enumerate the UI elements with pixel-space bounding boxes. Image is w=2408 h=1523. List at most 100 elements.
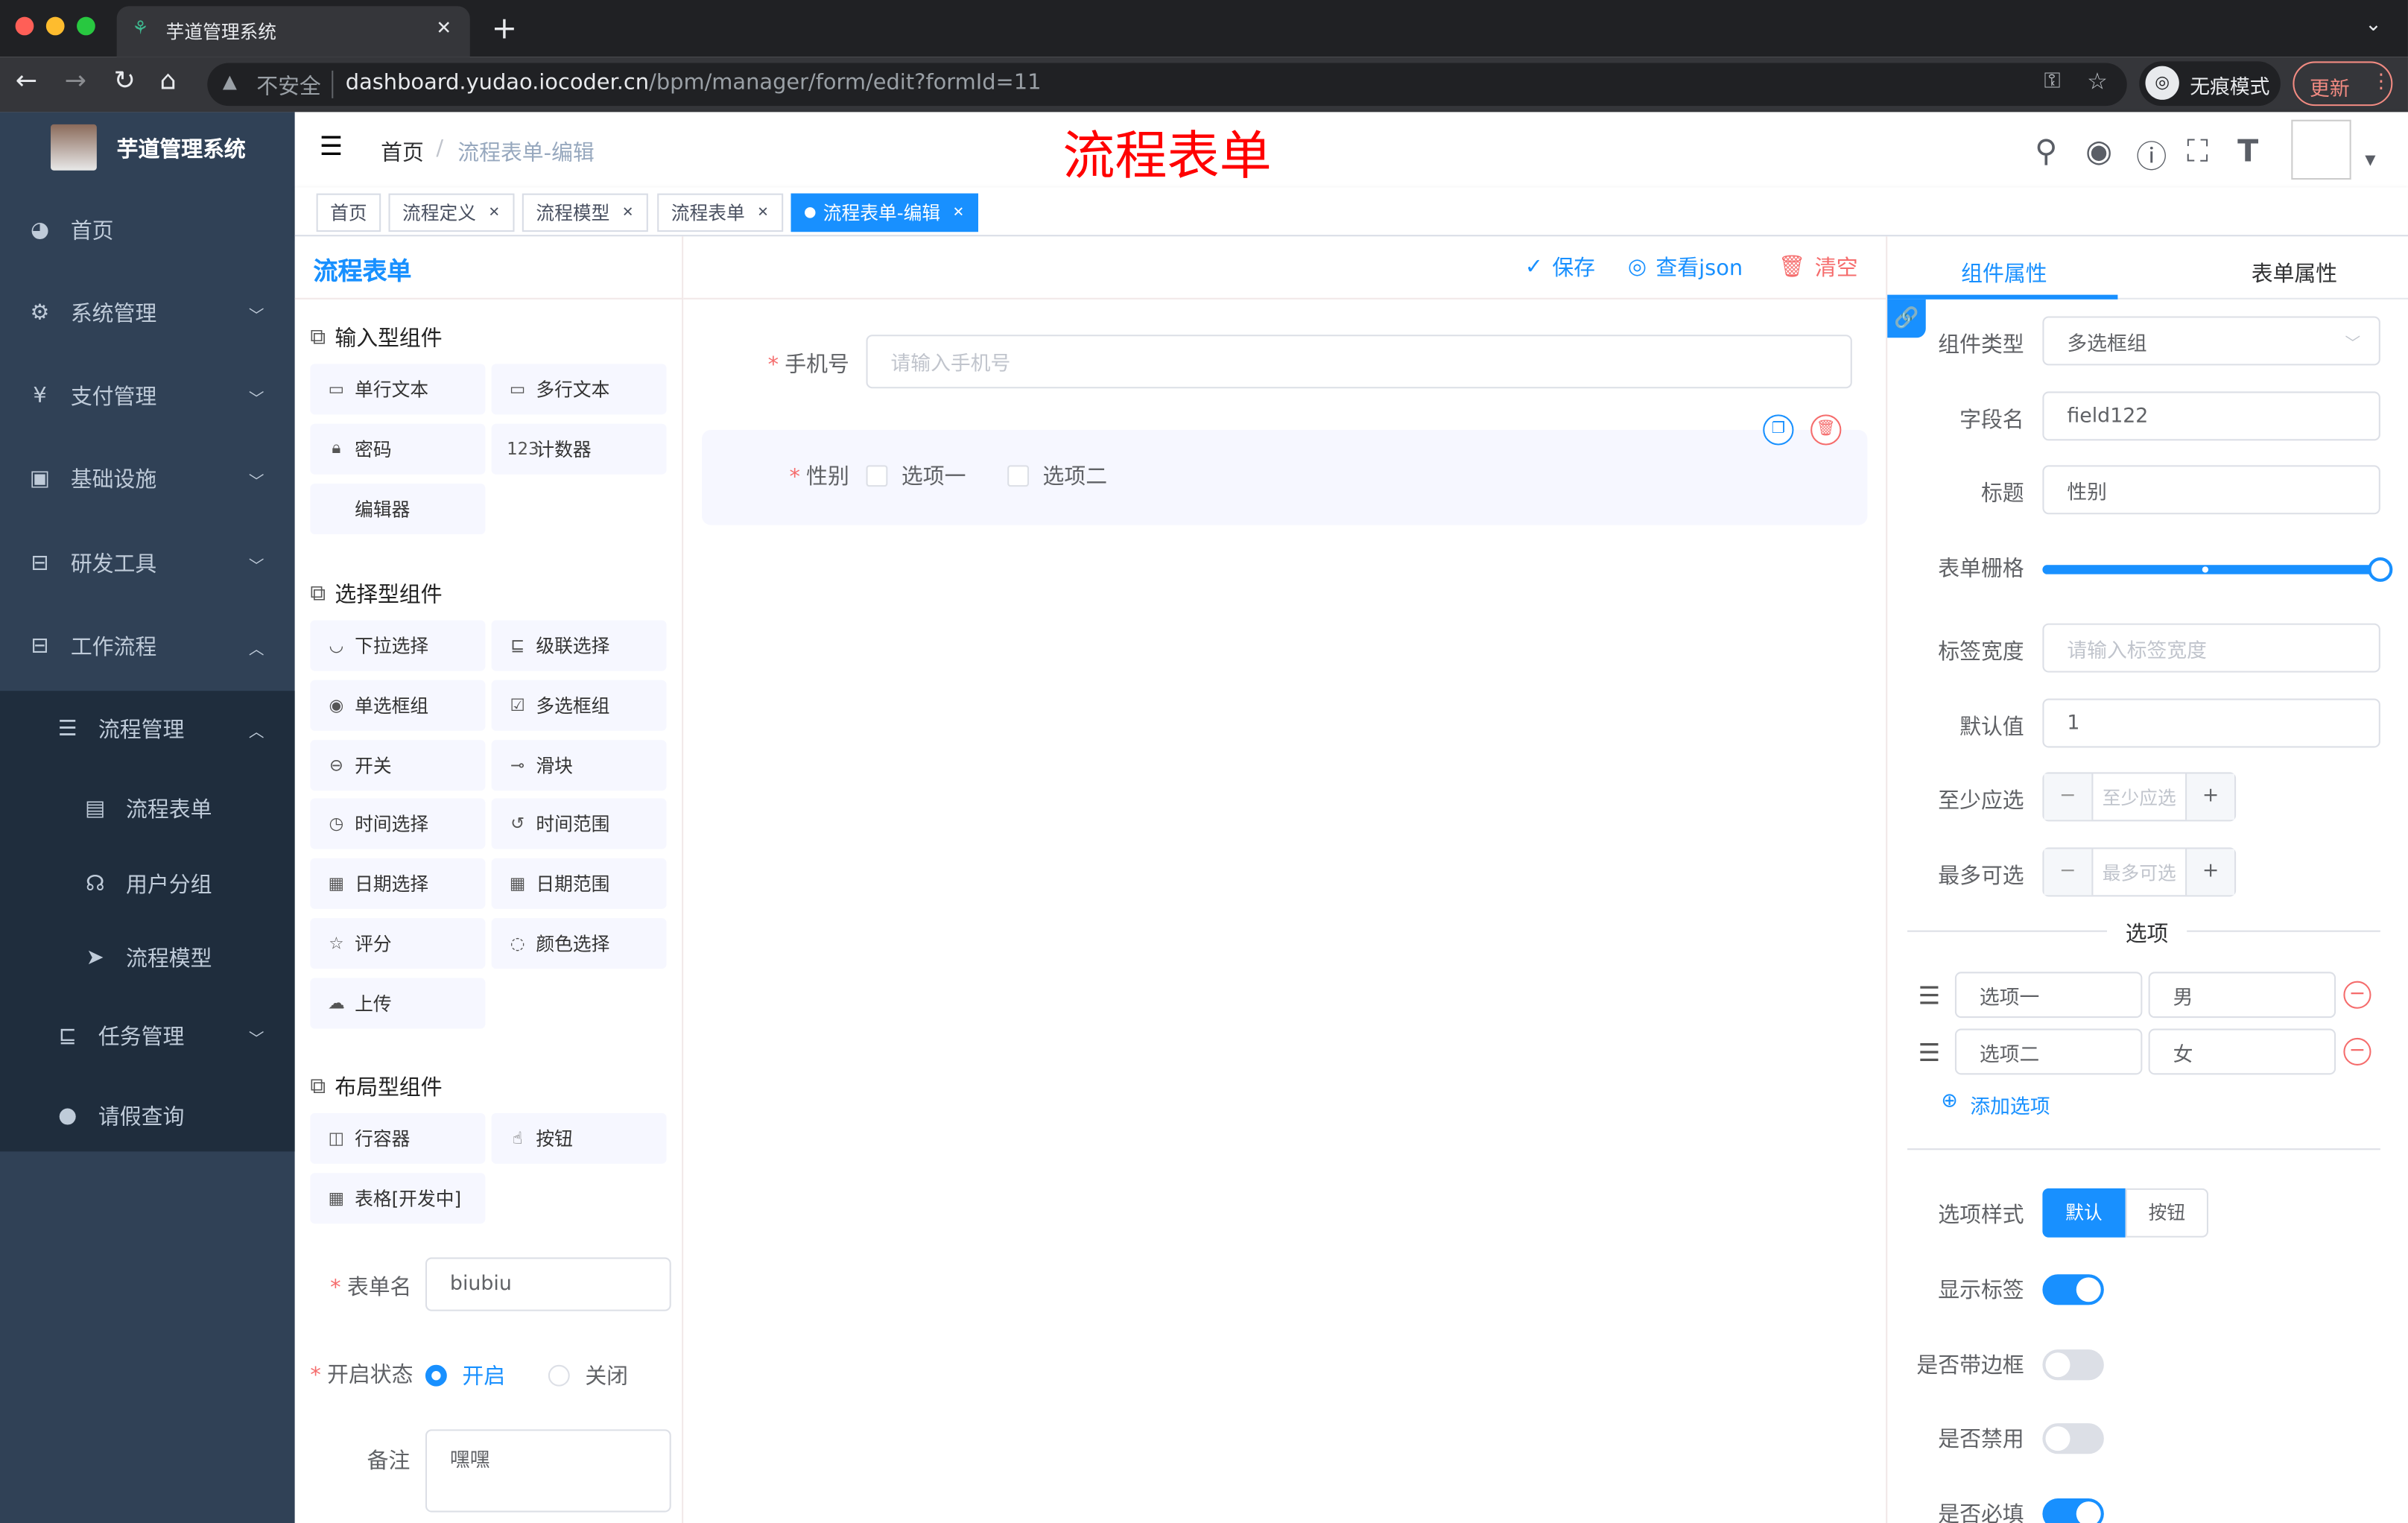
clear-button[interactable]: 🗑 清空 — [1778, 252, 1858, 282]
checkbox-option-1[interactable]: 选项一 — [866, 460, 966, 491]
component-rate[interactable]: ☆ 评分 — [310, 918, 486, 969]
copy-field-icon[interactable]: ❐ — [1763, 414, 1794, 446]
incognito-badge[interactable]: ◎ 无痕模式 — [2139, 61, 2281, 107]
fullscreen-icon[interactable]: ⛶ — [2187, 132, 2208, 168]
tag-process-form[interactable]: 流程表单 ✕ — [657, 193, 783, 232]
sidebar-item-process-form[interactable]: ▤ 流程表单 — [0, 770, 295, 847]
search-icon[interactable]: ⚲ — [2035, 132, 2057, 168]
tag-process-form-edit[interactable]: 流程表单-编辑 ✕ — [790, 193, 978, 232]
option-value-input[interactable]: 男 — [2148, 972, 2336, 1019]
sidebar-item-leave[interactable]: ● 请假查询 — [0, 1077, 295, 1154]
component-date[interactable]: ▦ 日期选择 — [310, 858, 486, 910]
plus-button[interactable]: + — [2185, 849, 2235, 896]
add-option-button[interactable]: ⊕ 添加选项 — [1941, 1090, 2050, 1119]
caret-down-icon[interactable]: ▼ — [2365, 153, 2375, 169]
component-upload[interactable]: ☁ 上传 — [310, 978, 486, 1029]
font-size-icon[interactable]: T — [2237, 132, 2258, 168]
component-button[interactable]: ☝ 按钮 — [491, 1112, 667, 1164]
tab-form-props[interactable]: 表单属性 — [2252, 258, 2337, 288]
sidebar-item-process-manage[interactable]: ☰ 流程管理 ︿ — [0, 691, 295, 767]
title-input[interactable]: 性别 — [2042, 465, 2380, 515]
show-label-switch[interactable] — [2042, 1274, 2104, 1305]
user-avatar[interactable] — [2291, 119, 2351, 180]
help-icon[interactable]: ⓘ — [2136, 132, 2167, 177]
sidebar-item-workflow[interactable]: ⊟ 工作流程 ︿ — [0, 608, 295, 685]
component-select[interactable]: ◡ 下拉选择 — [310, 620, 486, 671]
type-select[interactable]: 多选框组 ﹀ — [2042, 316, 2380, 366]
tag-process-model[interactable]: 流程模型 ✕ — [522, 193, 647, 232]
url-bar[interactable]: ▲ 不安全 dashboard.yudao.iocoder.cn/bpm/man… — [207, 63, 2127, 107]
update-button[interactable]: 更新 ⋮ — [2293, 61, 2393, 107]
tab-component-props[interactable]: 组件属性 — [1961, 258, 2047, 288]
required-switch[interactable] — [2042, 1498, 2104, 1523]
tag-home[interactable]: 首页 — [316, 193, 381, 232]
remove-option-icon[interactable]: − — [2343, 1037, 2371, 1066]
min-stepper[interactable]: − 至少应选 + — [2042, 772, 2237, 822]
component-switch[interactable]: ⊖ 开关 — [310, 739, 486, 791]
drag-handle-icon[interactable]: ☰ — [1918, 1038, 1940, 1067]
close-icon[interactable]: ✕ — [953, 205, 965, 221]
component-editor[interactable]: 编辑器 — [310, 483, 486, 534]
grid-slider[interactable] — [2042, 557, 2393, 582]
component-time-range[interactable]: ↺ 时间范围 — [491, 799, 667, 850]
grid-slider-handle[interactable] — [2368, 557, 2393, 582]
new-tab-button[interactable]: + — [492, 9, 518, 45]
close-icon[interactable]: ✕ — [622, 205, 634, 221]
component-radio[interactable]: ◉ 单选框组 — [310, 680, 486, 731]
phone-input[interactable]: 请输入手机号 — [866, 335, 1852, 389]
close-icon[interactable]: ✕ — [757, 205, 769, 221]
status-radio-on[interactable]: 开启 — [425, 1361, 505, 1391]
style-button-button[interactable]: 按钮 — [2125, 1188, 2209, 1238]
component-input[interactable]: ▭ 单行文本 — [310, 364, 486, 415]
default-input[interactable]: 1 — [2042, 698, 2380, 748]
key-icon[interactable]: ⚿ — [2044, 69, 2060, 94]
form-name-input[interactable]: biubiu — [425, 1257, 671, 1311]
sidebar-item-task[interactable]: ⊑ 任务管理 ﹀ — [0, 998, 295, 1074]
border-switch[interactable] — [2042, 1349, 2104, 1381]
sidebar-item-home[interactable]: ◕ 首页 — [0, 192, 295, 269]
breadcrumb-home[interactable]: 首页 — [381, 136, 424, 167]
checkbox-option-2[interactable]: 选项二 — [1007, 460, 1107, 491]
close-icon[interactable]: ✕ — [488, 205, 500, 221]
plus-button[interactable]: + — [2185, 773, 2235, 820]
style-default-button[interactable]: 默认 — [2042, 1188, 2126, 1238]
back-icon[interactable]: ← — [16, 66, 37, 97]
label-width-input[interactable]: 请输入标签宽度 — [2042, 623, 2380, 673]
option-value-input[interactable]: 女 — [2148, 1028, 2336, 1075]
forward-icon[interactable]: → — [65, 66, 86, 97]
sidebar-item-devtools[interactable]: ⊟ 研发工具 ﹀ — [0, 525, 295, 602]
maximize-window-button[interactable] — [77, 16, 95, 36]
component-color[interactable]: ◌ 颜色选择 — [491, 918, 667, 969]
component-cascader[interactable]: ⊑ 级联选择 — [491, 620, 667, 671]
status-radio-off[interactable]: 关闭 — [548, 1361, 628, 1391]
component-time[interactable]: ◷ 时间选择 — [310, 799, 486, 850]
reload-icon[interactable]: ↻ — [114, 66, 136, 97]
sidebar-item-process-model[interactable]: ➤ 流程模型 — [0, 919, 295, 996]
component-date-range[interactable]: ▦ 日期范围 — [491, 858, 667, 910]
component-password[interactable]: 🔒︎ 密码 — [310, 423, 486, 475]
home-icon[interactable]: ⌂ — [159, 66, 176, 97]
remove-option-icon[interactable]: − — [2343, 981, 2371, 1009]
drag-handle-icon[interactable]: ☰ — [1918, 981, 1940, 1010]
minus-button[interactable]: − — [2044, 773, 2094, 820]
bookmark-star-icon[interactable]: ☆ — [2087, 68, 2108, 95]
view-json-button[interactable]: ◎ 查看json — [1628, 252, 1743, 282]
field-name-input[interactable]: field122 — [2042, 391, 2380, 441]
max-stepper[interactable]: − 最多可选 + — [2042, 847, 2237, 897]
github-icon[interactable]: ◉ — [2085, 132, 2112, 168]
sidebar-item-infra[interactable]: ▣ 基础设施 ﹀ — [0, 440, 295, 517]
save-button[interactable]: ✓ 保存 — [1525, 252, 1595, 282]
remark-textarea[interactable]: 嘿嘿 — [425, 1429, 671, 1513]
sidebar-item-pay[interactable]: ¥ 支付管理 ﹀ — [0, 358, 295, 434]
component-table[interactable]: ▦ 表格[开发中] — [310, 1172, 486, 1223]
close-window-button[interactable] — [15, 16, 34, 36]
disabled-switch[interactable] — [2042, 1423, 2104, 1454]
component-number[interactable]: 123 计数器 — [491, 423, 667, 475]
tab-list-chevron-icon[interactable]: ⌄ — [2365, 14, 2381, 37]
browser-tab[interactable]: ⚘ 芋道管理系统 ✕ — [116, 6, 470, 57]
component-checkbox[interactable]: ☑ 多选框组 — [491, 680, 667, 731]
component-textarea[interactable]: ▭ 多行文本 — [491, 364, 667, 415]
sidebar-item-user-group[interactable]: ☊ 用户分组 — [0, 846, 295, 922]
component-slider[interactable]: ⊸ 滑块 — [491, 739, 667, 791]
minimize-window-button[interactable] — [45, 16, 65, 36]
